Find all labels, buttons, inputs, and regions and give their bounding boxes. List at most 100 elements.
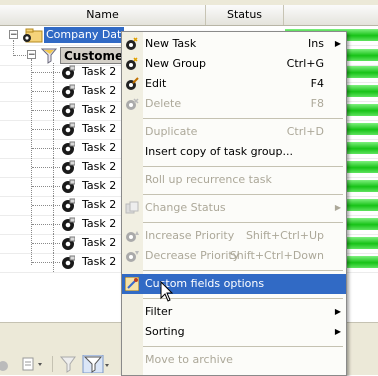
delete-icon xyxy=(126,98,139,110)
increase-priority-icon xyxy=(126,231,139,242)
task-label: Task 2 xyxy=(82,84,117,97)
column-header-status[interactable]: Status xyxy=(206,5,284,25)
menu-item-increase-priority[interactable]: Increase Priority Shift+Ctrl+Up xyxy=(122,226,346,246)
menu-separator xyxy=(143,194,343,195)
tree-line xyxy=(31,59,32,265)
task-icon xyxy=(62,236,75,250)
submenu-arrow-icon: ▶ xyxy=(334,203,341,212)
menu-item-shortcut: Ctrl+D xyxy=(286,125,324,138)
column-header-progress[interactable] xyxy=(284,5,378,25)
tree-line xyxy=(53,234,54,253)
task-icon xyxy=(62,103,75,117)
task-label: Task 2 xyxy=(82,198,117,211)
record-icon[interactable] xyxy=(0,355,22,373)
menu-item-change-status[interactable]: Change Status ▶ xyxy=(122,198,346,218)
tree-line xyxy=(53,196,54,215)
filter-dropdown-icon[interactable] xyxy=(82,355,112,373)
menu-item-label: New Group xyxy=(145,57,206,70)
menu-item-sorting[interactable]: Sorting ▶ xyxy=(122,322,346,342)
tree-line xyxy=(53,158,54,177)
task-label: Task 2 xyxy=(82,236,117,249)
columns-dropdown-icon[interactable] xyxy=(20,355,48,373)
menu-item-label: Sorting xyxy=(145,325,185,338)
submenu-arrow-icon: ▶ xyxy=(334,327,341,336)
customer-group-label[interactable]: Customer xyxy=(60,47,129,64)
menu-item-new-group[interactable]: New Group Ctrl+G xyxy=(122,54,346,74)
tree-line xyxy=(32,205,60,206)
menu-item-label: Duplicate xyxy=(145,125,198,138)
menu-item-shortcut: Shift+Ctrl+Up xyxy=(245,229,324,242)
tree-line xyxy=(53,177,54,196)
menu-item-roll-up[interactable]: Roll up recurrence task xyxy=(122,170,346,190)
task-icon xyxy=(62,160,75,174)
task-icon xyxy=(62,141,75,155)
menu-item-shortcut: F4 xyxy=(310,77,324,90)
tree-line xyxy=(13,40,14,56)
new-group-icon xyxy=(126,57,138,70)
context-menu: New Task Ins ▶ New Group Ctrl+G Edit F4 … xyxy=(121,31,347,376)
tree-line xyxy=(32,129,60,130)
menu-separator xyxy=(143,118,343,119)
menu-separator xyxy=(143,222,343,223)
edit-icon xyxy=(126,77,139,90)
filter-off-icon[interactable] xyxy=(58,355,80,373)
menu-item-label: Edit xyxy=(145,77,167,90)
collapse-root-icon[interactable]: − xyxy=(9,30,18,40)
database-folder-icon xyxy=(23,28,43,43)
task-label: Task 2 xyxy=(82,255,117,268)
menu-item-label: Filter xyxy=(145,305,173,318)
task-label: Task 2 xyxy=(82,160,117,173)
menu-separator xyxy=(143,346,343,347)
menu-item-filter[interactable]: Filter ▶ xyxy=(122,302,346,322)
toolbar-separator xyxy=(52,356,53,372)
filter-group-icon xyxy=(41,48,58,64)
menu-item-label: Decrease Priority xyxy=(145,249,240,262)
task-icon xyxy=(62,65,75,79)
tree-line xyxy=(53,63,54,82)
task-label: Task 2 xyxy=(82,179,117,192)
collapse-customer-icon[interactable]: − xyxy=(27,50,36,60)
menu-item-custom-fields-options[interactable]: Custom fields options xyxy=(122,274,346,294)
tree-line xyxy=(32,72,60,73)
custom-fields-icon xyxy=(125,277,139,291)
menu-item-label: Increase Priority xyxy=(145,229,235,242)
task-label: Task 2 xyxy=(82,217,117,230)
menu-item-label: New Task xyxy=(145,37,197,50)
task-icon xyxy=(62,198,75,212)
task-icon xyxy=(62,179,75,193)
menu-item-shortcut: F8 xyxy=(310,97,324,110)
menu-item-decrease-priority[interactable]: Decrease Priority Shift+Ctrl+Down xyxy=(122,246,346,266)
grid-header: Name Status xyxy=(0,5,378,26)
menu-item-insert-copy[interactable]: Insert copy of task group... xyxy=(122,142,346,162)
menu-item-edit[interactable]: Edit F4 xyxy=(122,74,346,94)
tree-line xyxy=(32,167,60,168)
tree-line xyxy=(53,120,54,139)
root-node-label[interactable]: Company Datab xyxy=(44,27,124,43)
menu-item-shortcut: Shift+Ctrl+Down xyxy=(229,249,324,262)
task-icon xyxy=(62,255,75,269)
task-icon xyxy=(62,122,75,136)
menu-item-new-task[interactable]: New Task Ins ▶ xyxy=(122,34,346,54)
tree-line xyxy=(53,215,54,234)
task-label: Task 2 xyxy=(82,122,117,135)
menu-item-delete[interactable]: Delete F8 xyxy=(122,94,346,114)
task-label: Task 2 xyxy=(82,141,117,154)
menu-separator xyxy=(143,270,343,271)
submenu-arrow-icon: ▶ xyxy=(334,307,341,316)
task-icon xyxy=(62,84,75,98)
column-header-name[interactable]: Name xyxy=(0,5,206,25)
tree-line xyxy=(32,224,60,225)
change-status-icon xyxy=(125,201,139,214)
tree-line xyxy=(53,253,54,272)
tree-line xyxy=(32,262,60,263)
menu-item-move-to-archive[interactable]: Move to archive xyxy=(122,350,346,370)
menu-item-duplicate[interactable]: Duplicate Ctrl+D xyxy=(122,122,346,142)
mouse-cursor-icon xyxy=(160,281,174,302)
tree-line xyxy=(53,82,54,101)
tree-line xyxy=(32,110,60,111)
tree-line xyxy=(53,139,54,158)
task-label: Task 2 xyxy=(82,103,117,116)
task-icon xyxy=(62,217,75,231)
menu-item-label: Roll up recurrence task xyxy=(145,173,272,186)
menu-item-label: Insert copy of task group... xyxy=(145,145,294,158)
